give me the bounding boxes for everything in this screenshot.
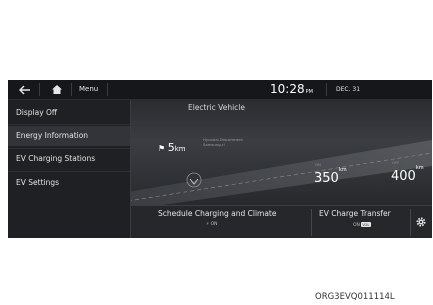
menu-separator [8, 171, 130, 172]
ev-charge-transfer-status-text: ON [353, 223, 360, 228]
range-on-unit: km [338, 167, 347, 173]
ev-charge-transfer-label: EV Charge Transfer [319, 209, 391, 218]
divider [107, 83, 108, 96]
clock-time: 10:28 [270, 82, 305, 96]
ev-charge-transfer-status: ON V2L [353, 222, 371, 228]
flag-icon: ⚑ [158, 144, 166, 153]
v2l-badge: V2L [361, 222, 371, 227]
gear-icon [416, 217, 426, 227]
menu-item-ev-settings[interactable]: EV Settings [8, 173, 130, 193]
range-on: 350km [314, 167, 347, 186]
settings-button[interactable] [413, 214, 429, 230]
back-arrow-icon[interactable] [18, 83, 32, 96]
range-off: 400km [391, 165, 424, 184]
clock-ampm: PM [305, 89, 313, 95]
menu-dropdown: Display Off Energy Information EV Chargi… [8, 100, 131, 238]
schedule-charging-label: Schedule Charging and Climate [158, 209, 277, 218]
clock: 10:28PM [270, 82, 313, 96]
page-title: Electric Vehicle [188, 103, 245, 112]
divider [410, 209, 411, 236]
destination-name: Hyundai Department Samsung-ri [203, 137, 243, 147]
schedule-charging-status: ⚡ ON [206, 222, 218, 227]
top-bar: Menu 10:28PM DEC. 31 [8, 80, 432, 100]
home-icon[interactable] [50, 83, 64, 96]
schedule-charging-status-text: ON [210, 222, 218, 227]
range-off-unit: km [415, 165, 424, 171]
destination-distance: ⚑ 5km [158, 141, 186, 154]
plug-icon: ⚡ [206, 222, 210, 227]
infotainment-screen: Menu 10:28PM DEC. 31 Electric Vehicle ⚑ … [8, 80, 432, 238]
divider [326, 83, 327, 96]
destination-distance-unit: km [174, 145, 186, 153]
menu-button[interactable]: Menu [79, 85, 98, 93]
range-on-value: 350 [314, 171, 339, 186]
menu-item-ev-charging-stations[interactable]: EV Charging Stations [8, 149, 130, 169]
divider [71, 83, 72, 96]
range-off-value: 400 [391, 169, 416, 184]
menu-item-display-off[interactable]: Display Off [8, 103, 130, 123]
divider [39, 83, 40, 96]
figure-code: ORG3EVQ011114L [315, 292, 395, 302]
menu-item-energy-information[interactable]: Energy Information [8, 126, 130, 146]
destination-distance-value: 5 [167, 141, 175, 154]
menu-separator [8, 124, 130, 125]
divider [311, 209, 312, 236]
destination-name-line2: Samsung-ri [203, 142, 225, 147]
date: DEC. 31 [336, 86, 361, 93]
